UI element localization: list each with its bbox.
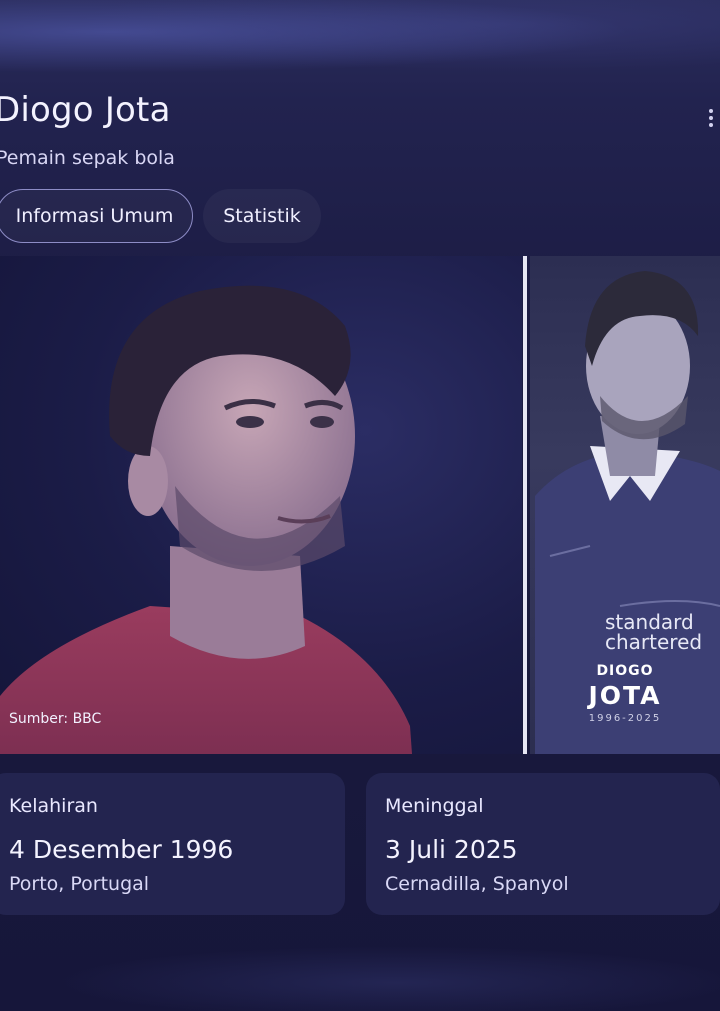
main-player-photo[interactable]: Sumber: BBC [0, 256, 522, 754]
tribute-last-name: JOTA [588, 681, 662, 710]
tab-statistik[interactable]: Statistik [203, 189, 321, 243]
tab-informasi-umum[interactable]: Informasi Umum [0, 189, 193, 243]
death-place: Cernadilla, Spanyol [385, 873, 569, 895]
death-date: 3 Juli 2025 [385, 835, 518, 864]
tribute-portrait-illustration [535, 271, 720, 754]
sponsor-logo: standard chartered [605, 610, 703, 654]
death-card[interactable]: Meninggal 3 Juli 2025 Cernadilla, Spanyo… [366, 773, 720, 915]
birth-place: Porto, Portugal [9, 873, 150, 895]
bottom-blurred-area [0, 940, 720, 1011]
birth-date: 4 Desember 1996 [9, 835, 234, 864]
birth-label: Kelahiran [9, 795, 98, 817]
more-vertical-icon[interactable] [700, 102, 720, 132]
player-portrait-illustration [0, 285, 412, 754]
tab-label: Informasi Umum [15, 205, 174, 227]
tribute-years: 1996-2025 [588, 713, 662, 724]
top-blurred-header [0, 0, 720, 80]
death-label: Meninggal [385, 795, 484, 817]
entity-title: Diogo Jota [0, 90, 171, 130]
tribute-photo[interactable] [530, 256, 720, 754]
tribute-first-name: DIOGO [596, 663, 654, 679]
birth-card[interactable]: Kelahiran 4 Desember 1996 Porto, Portuga… [0, 773, 345, 915]
image-source-caption: Sumber: BBC [9, 711, 102, 727]
entity-subtitle: Pemain sepak bola [0, 147, 175, 169]
image-divider [523, 256, 527, 754]
tab-label: Statistik [223, 205, 301, 227]
